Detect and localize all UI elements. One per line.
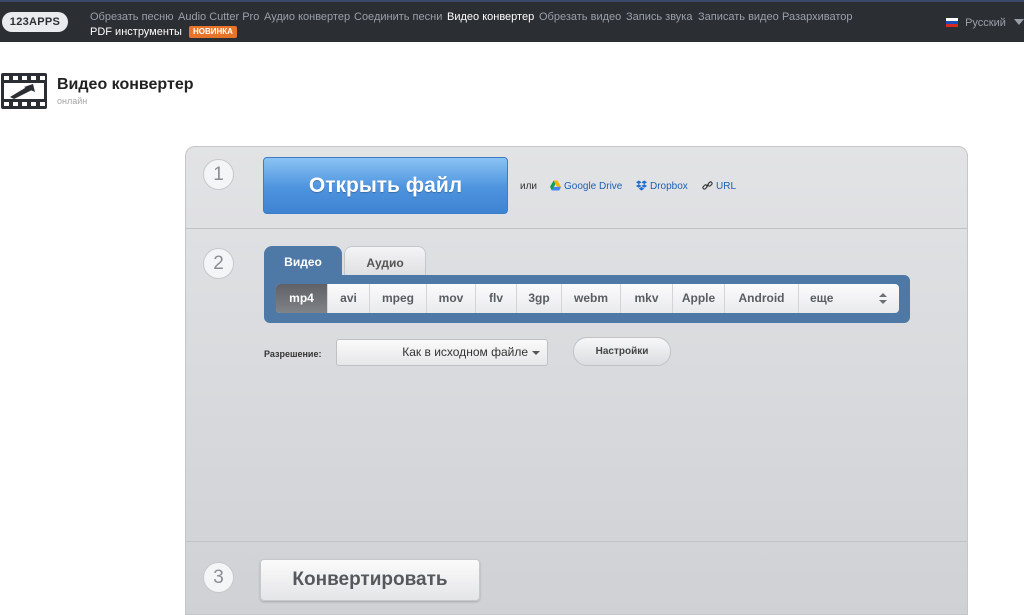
format-more-dropdown[interactable]: еще (799, 284, 899, 313)
converter-panel: 1 Открыть файл или Google Drive Dropbox … (185, 146, 968, 615)
nav-link-pdf-tools[interactable]: PDF инструменты НОВИНКА (90, 26, 237, 38)
nav-link-archiver[interactable]: Разархиватор (782, 11, 853, 23)
tab-audio[interactable]: Аудио (344, 246, 426, 278)
dropbox-label: Dropbox (650, 181, 688, 192)
link-icon (702, 181, 713, 190)
google-drive-link[interactable]: Google Drive (550, 180, 622, 192)
resolution-select[interactable]: Как в исходном файле (336, 339, 548, 366)
dropbox-icon (636, 180, 647, 191)
google-drive-label: Google Drive (564, 181, 623, 192)
top-navigation-bar: 123APPS Обрезать песню Audio Cutter Pro … (0, 0, 1024, 42)
or-label: или (520, 181, 538, 192)
nav-link-video-recorder[interactable]: Записать видео (698, 11, 779, 23)
chevron-down-icon (1013, 19, 1024, 25)
resolution-value: Как в исходном файле (402, 345, 528, 359)
step-1-badge: 1 (203, 159, 234, 190)
dropbox-link[interactable]: Dropbox (636, 180, 688, 192)
convert-button[interactable]: Конвертировать (260, 559, 480, 601)
format-mov[interactable]: mov (427, 284, 476, 313)
format-selector: mp4 avi mpeg mov flv 3gp webm mkv Apple … (264, 275, 910, 323)
tab-video[interactable]: Видео (264, 246, 342, 278)
section-divider (186, 228, 967, 229)
format-list: mp4 avi mpeg mov flv 3gp webm mkv Apple … (276, 284, 899, 313)
format-android[interactable]: Android (725, 284, 799, 313)
format-apple[interactable]: Apple (673, 284, 725, 313)
nav-link-video-converter[interactable]: Видео конвертер (447, 11, 534, 23)
page-title: Видео конвертер (57, 76, 194, 93)
site-logo[interactable]: 123APPS (2, 12, 68, 32)
format-more-label: еще (810, 291, 834, 305)
step-3-badge: 3 (203, 562, 234, 593)
nav-link-cut-video[interactable]: Обрезать видео (539, 11, 621, 23)
section-divider (186, 541, 967, 542)
step-2-badge: 2 (203, 248, 234, 279)
nav-link-join-songs[interactable]: Соединить песни (354, 11, 442, 23)
language-selector[interactable]: Русский (946, 17, 1024, 29)
format-mpeg[interactable]: mpeg (370, 284, 427, 313)
russian-flag-icon (946, 18, 958, 27)
format-webm[interactable]: webm (562, 284, 621, 313)
nav-link-audio-cutter-pro[interactable]: Audio Cutter Pro (178, 11, 259, 23)
format-mkv[interactable]: mkv (621, 284, 673, 313)
nav-link-audio-converter[interactable]: Аудио конвертер (264, 11, 350, 23)
nav-link-voice-recorder[interactable]: Запись звука (626, 11, 692, 23)
google-drive-icon (550, 180, 561, 191)
format-mp4[interactable]: mp4 (276, 284, 328, 313)
url-label: URL (716, 181, 737, 192)
format-3gp[interactable]: 3gp (517, 284, 562, 313)
video-film-icon (1, 73, 47, 109)
nav-link-cut-song[interactable]: Обрезать песню (90, 11, 174, 23)
language-label: Русский (965, 17, 1006, 29)
format-flv[interactable]: flv (476, 284, 517, 313)
format-avi[interactable]: avi (328, 284, 370, 313)
caret-down-icon (532, 351, 540, 355)
page-subtitle: онлайн (57, 96, 88, 106)
resolution-label: Разрешение: (264, 349, 322, 359)
nav-links: Обрезать песню Audio Cutter Pro Аудио ко… (90, 11, 890, 41)
settings-button[interactable]: Настройки (573, 337, 671, 366)
open-file-button[interactable]: Открыть файл (263, 157, 508, 214)
url-link[interactable]: URL (702, 180, 736, 192)
new-badge: НОВИНКА (188, 26, 237, 38)
pdf-tools-label: PDF инструменты (90, 26, 182, 38)
up-down-arrows-icon (879, 293, 887, 304)
